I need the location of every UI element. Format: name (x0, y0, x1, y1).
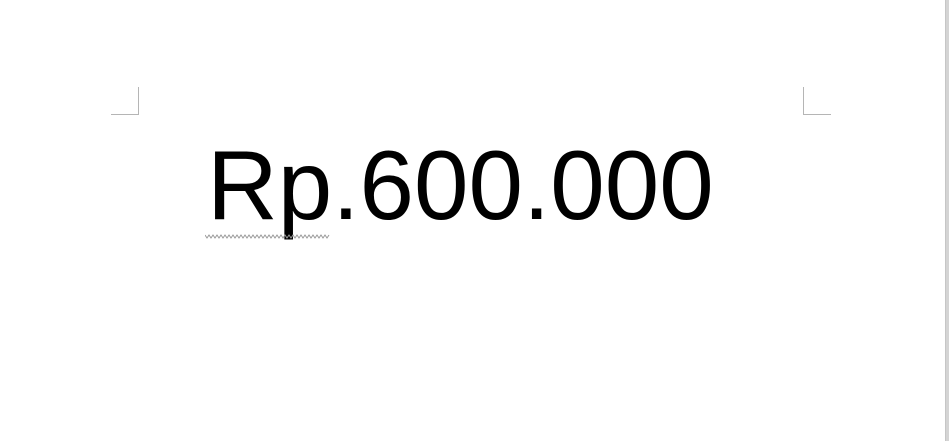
margin-corner-top-right (803, 87, 831, 115)
margin-corner-top-left (111, 87, 139, 115)
spelling-error-underline[interactable] (205, 234, 330, 239)
page-edge (945, 0, 949, 441)
document-text[interactable]: Rp.600.000 (207, 130, 714, 240)
